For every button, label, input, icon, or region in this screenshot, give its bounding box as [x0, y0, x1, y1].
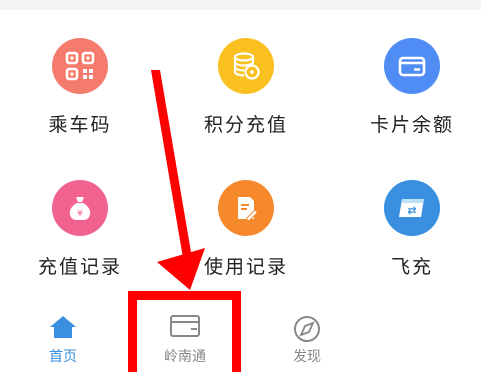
nav-item-home[interactable]: 首页 — [18, 300, 108, 372]
tile-label: 卡片余额 — [369, 114, 454, 136]
card-icon — [384, 38, 440, 94]
svg-text:¥: ¥ — [77, 209, 83, 219]
tile-label: 积分充值 — [203, 114, 288, 136]
svg-text:⇄: ⇄ — [407, 204, 416, 217]
qr-code-icon — [52, 38, 108, 94]
money-bag-icon: ¥ — [52, 180, 108, 236]
annotation-highlight-box — [128, 291, 241, 372]
tile-recharge-history[interactable]: ¥ 充值记录 — [10, 180, 150, 290]
tile-label: 使用记录 — [203, 256, 288, 278]
nav-label: 发现 — [293, 349, 321, 365]
compass-icon — [292, 314, 322, 348]
tile-label: 乘车码 — [48, 114, 112, 136]
document-edit-icon — [218, 180, 274, 236]
tile-usage-history[interactable]: 使用记录 — [176, 180, 316, 290]
top-status-strip — [0, 0, 481, 10]
tile-fly-charge[interactable]: ⇄ 飞充 — [342, 180, 481, 290]
tile-label: 飞充 — [390, 256, 433, 278]
nav-label: 首页 — [49, 349, 77, 365]
swap-icon: ⇄ — [384, 180, 440, 236]
coin-stack-icon — [218, 38, 274, 94]
nav-item-discover[interactable]: 发现 — [262, 300, 352, 372]
tile-label: 充值记录 — [37, 256, 122, 278]
home-icon — [48, 314, 78, 344]
tile-card-balance[interactable]: 卡片余额 — [342, 38, 481, 148]
tile-points-recharge[interactable]: 积分充值 — [176, 38, 316, 148]
tile-ride-code[interactable]: 乘车码 — [10, 38, 150, 148]
